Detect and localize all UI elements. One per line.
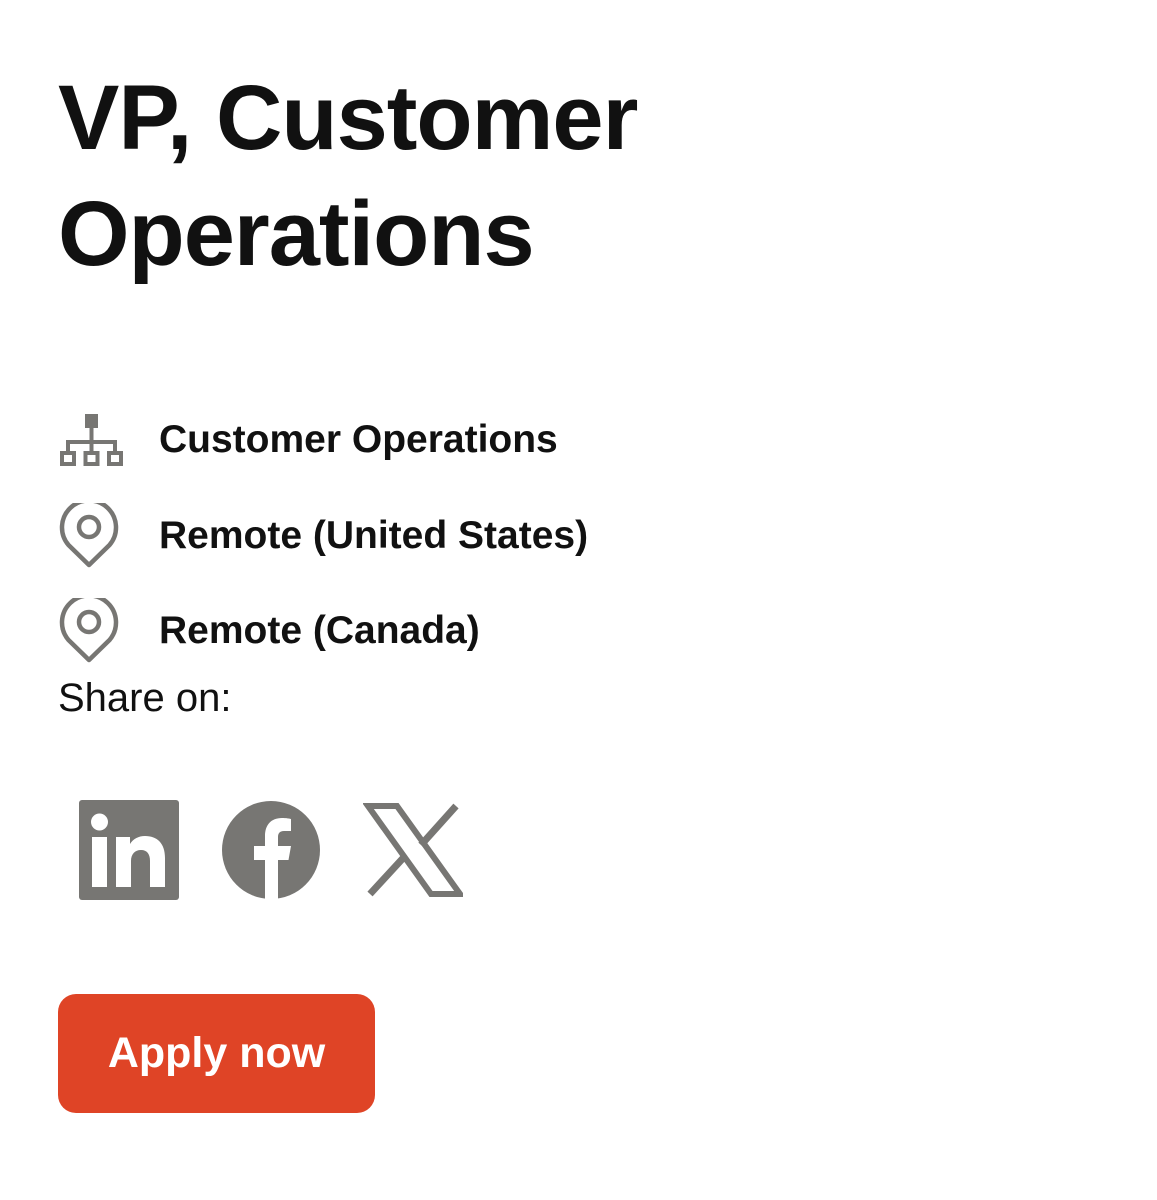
location-row: Remote (United States) — [58, 501, 858, 571]
share-linkedin-button[interactable] — [79, 800, 179, 900]
location-row: Remote (Canada) — [58, 596, 858, 666]
page-title: VP, Customer Operations — [58, 67, 638, 285]
map-pin-icon — [58, 596, 128, 666]
org-chart-icon — [58, 405, 128, 475]
apply-now-button[interactable]: Apply now — [58, 994, 375, 1113]
map-pin-icon — [58, 501, 128, 571]
share-label: Share on: — [58, 676, 232, 720]
linkedin-icon — [79, 800, 179, 900]
share-x-button[interactable] — [362, 800, 466, 900]
location-label: Remote (United States) — [159, 514, 589, 557]
share-facebook-button[interactable] — [221, 800, 321, 900]
department-label: Customer Operations — [159, 418, 558, 461]
facebook-icon — [222, 801, 320, 900]
department-row: Customer Operations — [58, 405, 858, 475]
location-label: Remote (Canada) — [159, 609, 480, 652]
x-icon — [362, 803, 466, 897]
